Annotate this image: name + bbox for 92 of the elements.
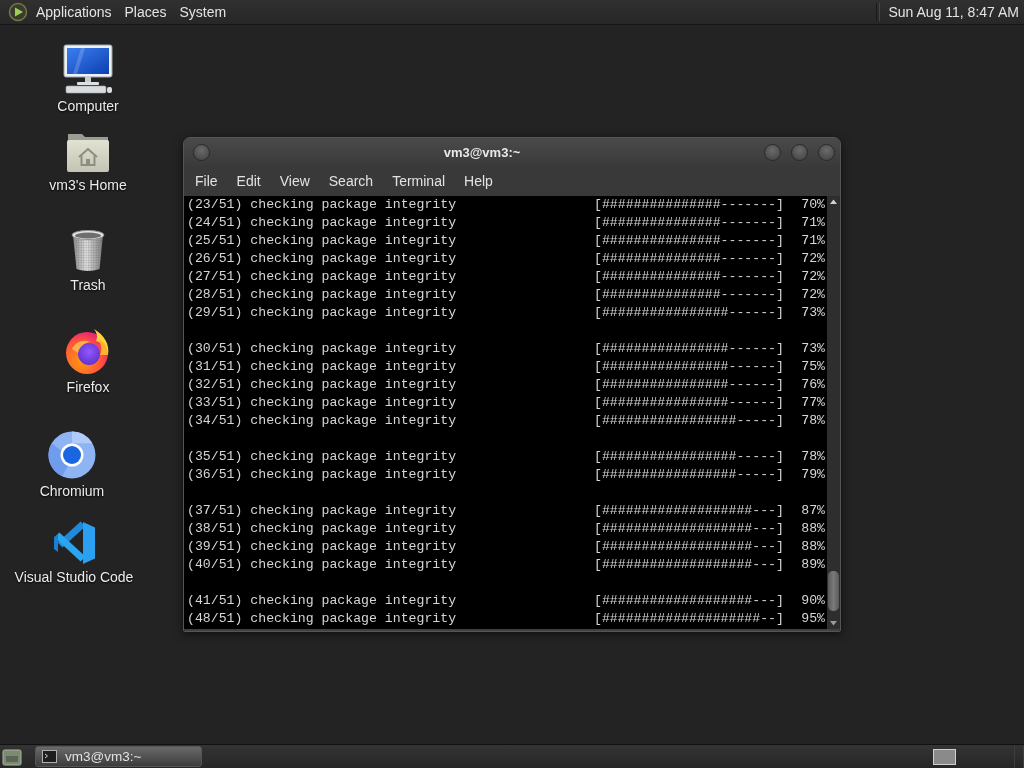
percent-text: 73% [801, 340, 825, 358]
progress-text: [###################---] [594, 520, 784, 538]
progress-text: [#################-----] [594, 412, 784, 430]
percent-text: 71% [801, 232, 825, 250]
terminal-icon [42, 750, 57, 763]
progress-text: [###############-------] [594, 286, 784, 304]
show-desktop-icon[interactable] [2, 746, 22, 767]
percent-text: 78% [801, 412, 825, 430]
monitor-icon[interactable] [63, 44, 113, 94]
terminal-line: (41/51) checking package integrity [187, 592, 458, 610]
progress-text: [###############-------] [594, 214, 784, 232]
terminal-line: (36/51) checking package integrity [187, 466, 458, 484]
terminal-line: (23/51) checking package integrity [187, 196, 458, 214]
terminal-line: (29/51) checking package integrity [187, 304, 458, 322]
percent-text: 75% [801, 358, 825, 376]
percent-text: 88% [801, 520, 825, 538]
desktop-icon-label[interactable]: Trash [70, 277, 106, 293]
terminal-line: (30/51) checking package integrity [187, 340, 458, 358]
terminal-line: (24/51) checking package integrity [187, 214, 458, 232]
minimize-button[interactable] [764, 143, 781, 161]
progress-text: [###############-------] [594, 196, 784, 214]
taskbar-button[interactable]: vm3@vm3:~ [35, 746, 202, 767]
progress-text: [###################---] [594, 592, 784, 610]
desktop-icon-label[interactable]: Computer [57, 98, 119, 114]
trash-can-icon[interactable] [70, 229, 106, 273]
progress-text: [################------] [594, 304, 784, 322]
desktop-icon-label[interactable]: Visual Studio Code [14, 569, 134, 585]
percent-text: 89% [801, 556, 825, 574]
progress-text: [################------] [594, 358, 784, 376]
menu-item[interactable]: Terminal [386, 170, 452, 192]
progress-text: [################------] [594, 376, 784, 394]
progress-text: [################------] [594, 394, 784, 412]
progress-text: [###############-------] [594, 232, 784, 250]
desktop-icon-label[interactable]: vm3's Home [49, 177, 127, 193]
percent-text: 79% [801, 466, 825, 484]
panel-menu[interactable]: System [174, 2, 232, 22]
desktop-icon-label[interactable]: Chromium [39, 483, 105, 499]
menu-item[interactable]: File [189, 170, 224, 192]
percent-text: 72% [801, 250, 825, 268]
terminal-line: (38/51) checking package integrity [187, 520, 458, 538]
progress-text: [####################--] [594, 610, 784, 628]
percent-text: 72% [801, 268, 825, 286]
menu-item[interactable]: Help [458, 170, 499, 192]
clock-text[interactable]: Sun Aug 11, 8:47 AM [888, 4, 1019, 20]
terminal-line: (34/51) checking package integrity [187, 412, 458, 430]
home-folder-icon[interactable] [66, 131, 110, 173]
progress-text: [#################-----] [594, 466, 784, 484]
progress-text: [###################---] [594, 502, 784, 520]
terminal-line: (40/51) checking package integrity [187, 556, 458, 574]
terminal-line: (35/51) checking package integrity [187, 448, 458, 466]
scrollbar-thumb[interactable] [828, 571, 839, 611]
terminal-line: (39/51) checking package integrity [187, 538, 458, 556]
progress-text: [#################-----] [594, 448, 784, 466]
percent-text: 72% [801, 286, 825, 304]
terminal-line: (37/51) checking package integrity [187, 502, 458, 520]
terminal-line: (31/51) checking package integrity [187, 358, 458, 376]
percent-text: 87% [801, 502, 825, 520]
terminal-line: (33/51) checking package integrity [187, 394, 458, 412]
terminal-line: (25/51) checking package integrity [187, 232, 458, 250]
terminal-line: (32/51) checking package integrity [187, 376, 458, 394]
panel-logo-icon[interactable] [8, 2, 28, 22]
menu-item[interactable]: Search [322, 170, 380, 192]
progress-text: [###################---] [594, 556, 784, 574]
close-button[interactable] [818, 143, 835, 161]
window-title: vm3@vm3:~ [442, 144, 522, 160]
panel-menu[interactable]: Places [119, 2, 172, 22]
terminal-line: (27/51) checking package integrity [187, 268, 458, 286]
percent-text: 77% [801, 394, 825, 412]
chromium-icon[interactable] [48, 431, 96, 479]
desktop-icon-label[interactable]: Firefox [66, 379, 110, 395]
window-menu-button[interactable] [193, 143, 210, 161]
progress-text: [###############-------] [594, 268, 784, 286]
progress-text: [###################---] [594, 538, 784, 556]
workspace-switcher[interactable] [933, 748, 956, 765]
percent-text: 71% [801, 214, 825, 232]
percent-text: 76% [801, 376, 825, 394]
terminal-line: (28/51) checking package integrity [187, 286, 458, 304]
percent-text: 88% [801, 538, 825, 556]
percent-text: 90% [801, 592, 825, 610]
panel-menu[interactable]: Applications [31, 2, 117, 22]
progress-text: [################------] [594, 340, 784, 358]
vscode-icon[interactable] [52, 521, 96, 565]
percent-text: 70% [801, 196, 825, 214]
maximize-button[interactable] [791, 143, 808, 161]
percent-text: 78% [801, 448, 825, 466]
menu-item[interactable]: Edit [230, 170, 267, 192]
percent-text: 73% [801, 304, 825, 322]
menu-item[interactable]: View [273, 170, 316, 192]
percent-text: 95% [801, 610, 825, 628]
terminal-line: (48/51) checking package integrity [187, 610, 458, 628]
terminal-line: (26/51) checking package integrity [187, 250, 458, 268]
progress-text: [###############-------] [594, 250, 784, 268]
